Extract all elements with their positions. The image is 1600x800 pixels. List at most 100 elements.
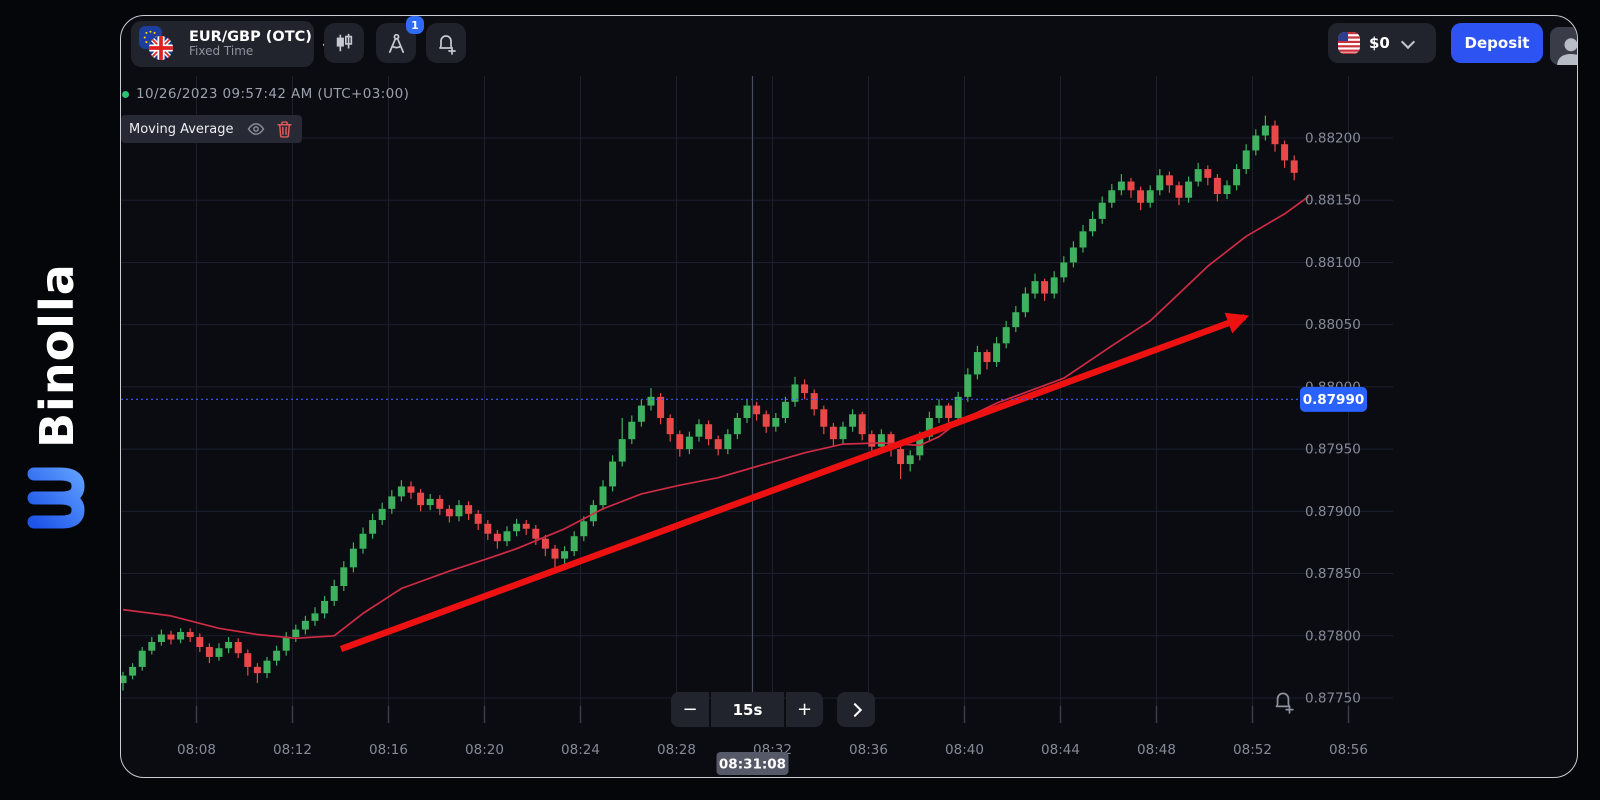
candle-body bbox=[321, 601, 328, 613]
indicators-button[interactable]: 1 bbox=[376, 23, 416, 63]
time-axis-label: 08:28 bbox=[657, 742, 696, 758]
candle-body bbox=[360, 534, 367, 549]
price-axis-label: 0.88200 bbox=[1305, 131, 1361, 147]
candle-body bbox=[177, 632, 184, 639]
candle-body bbox=[340, 567, 347, 586]
svg-text:08:31:08: 08:31:08 bbox=[719, 757, 786, 773]
price-axis-label: 0.87800 bbox=[1305, 628, 1361, 644]
candle-body bbox=[331, 586, 338, 601]
candle-body bbox=[1003, 327, 1010, 343]
candle-body bbox=[580, 521, 587, 536]
candle-body bbox=[379, 509, 386, 520]
time-axis-label: 08:12 bbox=[273, 742, 312, 758]
zoom-in-button[interactable]: + bbox=[786, 692, 823, 727]
candle-body bbox=[964, 374, 971, 396]
candle-body bbox=[1233, 169, 1240, 185]
asset-name: EUR/GBP (OTC) bbox=[189, 29, 312, 46]
candle-body bbox=[292, 630, 299, 637]
asset-selector[interactable]: EUR/GBP (OTC) Fixed Time bbox=[131, 21, 314, 67]
scroll-forward-button[interactable] bbox=[837, 692, 875, 727]
candle-body bbox=[724, 434, 731, 449]
candle-body bbox=[1108, 190, 1115, 202]
add-alert-button[interactable] bbox=[1265, 683, 1301, 719]
alerts-button[interactable] bbox=[426, 23, 466, 63]
time-axis-label: 08:24 bbox=[561, 742, 600, 758]
candle-body bbox=[667, 418, 674, 434]
interval-button[interactable]: 15s bbox=[711, 692, 784, 727]
candle-body bbox=[744, 406, 751, 418]
candle-body bbox=[216, 648, 223, 657]
time-axis-label: 08:36 bbox=[849, 742, 888, 758]
candle-body bbox=[1032, 281, 1039, 293]
indicator-chip-moving-average[interactable]: Moving Average bbox=[121, 115, 302, 143]
candle-body bbox=[840, 427, 847, 439]
price-axis-label: 0.87900 bbox=[1305, 504, 1361, 520]
price-axis-label: 0.87750 bbox=[1305, 691, 1361, 707]
chart-datetime: 10/26/2023 09:57:42 AM (UTC+03:00) bbox=[136, 86, 409, 102]
candle-body bbox=[1272, 126, 1279, 145]
zoom-out-button[interactable]: − bbox=[671, 692, 709, 727]
chevron-right-icon bbox=[847, 702, 861, 716]
candle-body bbox=[849, 414, 856, 426]
trash-icon[interactable] bbox=[277, 121, 292, 138]
time-axis-label: 08:16 bbox=[369, 742, 408, 758]
app-window: Binolla 08:0808:1208:1608:2008:2408:2808… bbox=[0, 0, 1600, 800]
candle-body bbox=[264, 661, 271, 673]
candle-body bbox=[388, 496, 395, 508]
candle-body bbox=[619, 439, 626, 461]
account-balance: $0 bbox=[1369, 34, 1390, 52]
candle-body bbox=[427, 499, 434, 505]
candle-body bbox=[1147, 190, 1154, 202]
price-chart[interactable]: 08:0808:1208:1608:2008:2408:2808:3208:36… bbox=[121, 16, 1578, 778]
candle-body bbox=[763, 414, 770, 426]
eye-icon[interactable] bbox=[247, 121, 265, 137]
candle-body bbox=[734, 418, 741, 434]
candle-body bbox=[993, 343, 1000, 362]
candle-body bbox=[148, 642, 155, 651]
candle-body bbox=[686, 437, 693, 449]
candle-body bbox=[753, 406, 760, 415]
candle-body bbox=[196, 637, 203, 647]
indicators-compass-icon bbox=[385, 32, 408, 55]
candle-body bbox=[484, 524, 491, 534]
deposit-button[interactable]: Deposit bbox=[1451, 23, 1543, 63]
indicators-count-badge: 1 bbox=[406, 16, 424, 34]
time-axis-label: 08:52 bbox=[1233, 742, 1272, 758]
candle-body bbox=[475, 514, 482, 524]
avatar[interactable] bbox=[1550, 27, 1578, 65]
candle-body bbox=[158, 635, 165, 642]
candle-body bbox=[398, 486, 405, 496]
candle-body bbox=[552, 549, 559, 559]
candle-body bbox=[1166, 175, 1173, 185]
candle-body bbox=[561, 551, 568, 558]
candle-body bbox=[984, 352, 991, 362]
time-axis-label: 08:40 bbox=[945, 742, 984, 758]
candle-body bbox=[1262, 126, 1269, 136]
candle-body bbox=[1156, 175, 1163, 190]
candle-body bbox=[168, 635, 175, 640]
candle-body bbox=[1195, 169, 1202, 181]
candle-body bbox=[830, 427, 837, 439]
candle-body bbox=[648, 397, 655, 406]
candle-body bbox=[206, 647, 213, 657]
chart-type-button[interactable] bbox=[324, 23, 364, 63]
candle-body bbox=[878, 434, 885, 446]
candle-body bbox=[504, 531, 511, 541]
candle-body bbox=[628, 422, 635, 439]
candle-body bbox=[350, 549, 357, 568]
candle-body bbox=[782, 402, 789, 418]
candle-body bbox=[235, 642, 242, 653]
candle-body bbox=[571, 536, 578, 551]
price-axis-label: 0.88050 bbox=[1305, 317, 1361, 333]
candle-body bbox=[513, 524, 520, 531]
chart-panel: 08:0808:1208:1608:2008:2408:2808:3208:36… bbox=[120, 15, 1578, 778]
account-balance-selector[interactable]: $0 bbox=[1328, 23, 1436, 63]
candle-body bbox=[974, 352, 981, 374]
candle-body bbox=[1185, 182, 1192, 198]
time-axis-label: 08:44 bbox=[1041, 742, 1080, 758]
candle-body bbox=[1224, 185, 1231, 194]
candle-body bbox=[1128, 182, 1135, 191]
price-axis-label: 0.87850 bbox=[1305, 566, 1361, 582]
candle-body bbox=[1051, 277, 1058, 293]
chevron-down-icon bbox=[1401, 34, 1415, 48]
